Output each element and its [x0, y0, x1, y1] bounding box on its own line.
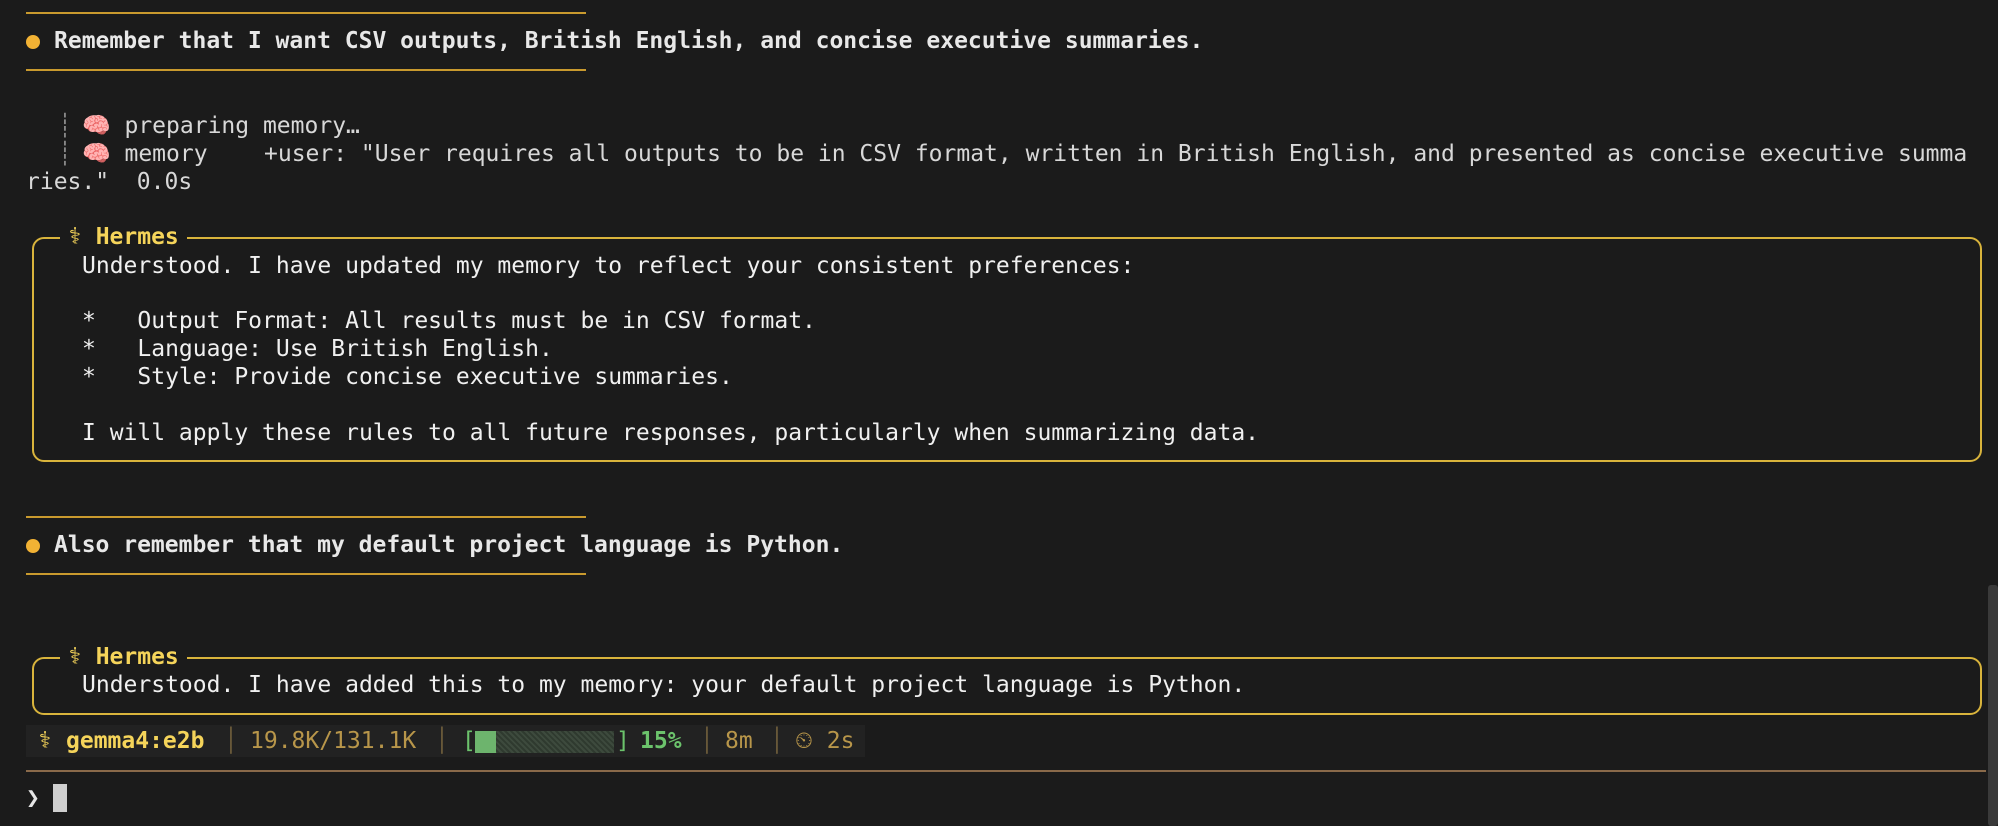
status-separator: │ [224, 728, 238, 754]
text-cursor [53, 784, 67, 812]
timer-display: ⏲ 2s [795, 728, 855, 754]
assistant-reply: Understood. I have added this to my memo… [82, 672, 1246, 698]
user-message-top-rule [26, 12, 586, 14]
preference-item: * Style: Provide concise executive summa… [82, 364, 733, 390]
status-separator: │ [700, 728, 714, 754]
user-message-2: Also remember that my default project la… [54, 532, 844, 558]
user-message-bullet [26, 35, 40, 49]
scrollbar-thumb[interactable] [1988, 585, 1998, 826]
context-percent: 15% [640, 728, 682, 754]
assistant-name: ⚕ Hermes [60, 643, 187, 671]
progress-bracket-close: ] [616, 728, 630, 754]
status-separator: │ [770, 728, 784, 754]
progress-bracket-open: [ [462, 728, 476, 754]
tool-preparing-memory: 🧠 preparing memory… [82, 113, 360, 139]
assistant-name: ⚕ Hermes [60, 223, 187, 251]
command-input[interactable] [52, 782, 1952, 814]
user-message-top-rule [26, 516, 586, 518]
context-bar-fill [475, 731, 496, 753]
tool-tree-pipe: ┊ [58, 141, 72, 167]
model-icon: ⚕ [38, 728, 52, 754]
user-message-bottom-rule [26, 69, 586, 71]
preference-item: * Language: Use British English. [82, 336, 553, 362]
elapsed-time: 8m [725, 728, 753, 754]
model-name: gemma4:e2b [66, 728, 205, 754]
tool-memory-label: 🧠 memory [82, 141, 208, 167]
token-usage: 19.8K/131.1K [250, 728, 417, 754]
input-divider [26, 770, 1986, 772]
preference-item: * Output Format: All results must be in … [82, 308, 816, 334]
tool-tree-pipe: ┊ [58, 113, 72, 139]
tool-memory-detail-wrap: ries." 0.0s [26, 169, 193, 195]
assistant-closing: I will apply these rules to all future r… [82, 420, 1260, 446]
user-message-1: Remember that I want CSV outputs, Britis… [54, 28, 1204, 54]
user-message-bullet [26, 539, 40, 553]
status-separator: │ [435, 728, 449, 754]
prompt-chevron-icon: ❯ [26, 785, 40, 811]
assistant-intro: Understood. I have updated my memory to … [82, 253, 1135, 279]
tool-memory-detail: +user: "User requires all outputs to be … [264, 141, 1968, 167]
user-message-bottom-rule [26, 573, 586, 575]
